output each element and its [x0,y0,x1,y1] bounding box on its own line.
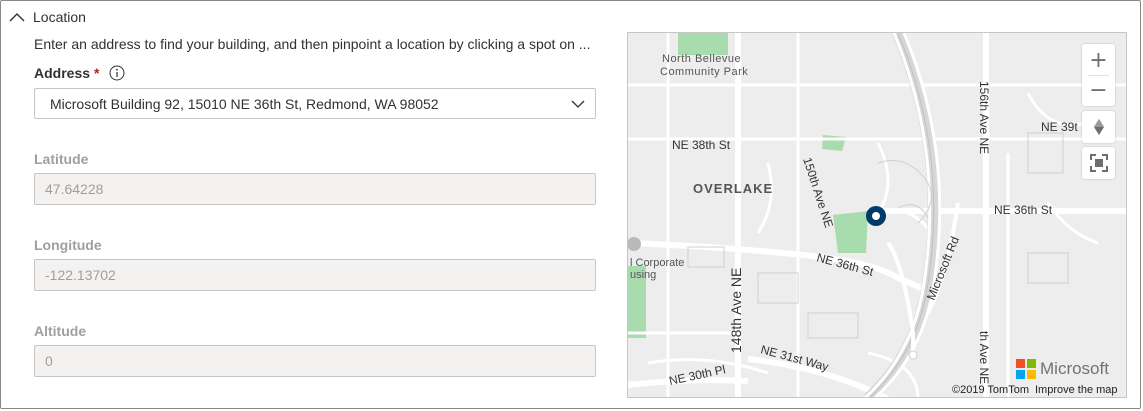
section-title: Location [33,9,86,25]
location-map[interactable]: North Bellevue Community Park NE 38th St… [627,32,1127,398]
map-label-poi: l Corporate [630,257,684,269]
park-area [833,211,868,253]
location-section-header[interactable]: Location [8,6,86,28]
microsoft-logo: Microsoft [1016,359,1109,379]
required-marker: * [94,65,100,81]
longitude-label: Longitude [34,237,102,253]
map-canvas[interactable]: North Bellevue Community Park NE 38th St… [628,33,1127,398]
address-label-text: Address [34,65,91,81]
instructions-text: Enter an address to find your building, … [34,36,591,52]
altitude-label: Altitude [34,323,87,339]
map-label-street: NE 36th St [994,203,1053,217]
latitude-input[interactable]: 47.64228 [34,173,596,205]
fullscreen-button[interactable] [1082,147,1115,179]
map-attribution: ©2019 TomTom Improve the map [952,384,1118,396]
longitude-input[interactable]: -122.13702 [34,259,596,291]
address-label: Address * [34,65,125,81]
map-label-street: th Ave NE [977,331,991,384]
park-area [822,135,846,151]
zoom-in-button[interactable]: + [1082,45,1115,75]
map-label-poi: using [630,269,656,281]
park-area [678,33,728,55]
map-label-street: 148th Ave NE [728,268,744,353]
microsoft-logo-icon [1016,359,1036,379]
chevron-down-icon [571,100,585,108]
copyright-text: ©2019 TomTom [952,384,1029,396]
address-value: Microsoft Building 92, 15010 NE 36th St,… [50,95,439,112]
improve-map-link[interactable]: Improve the map [1035,384,1118,396]
chevron-up-icon [9,13,25,22]
altitude-input[interactable]: 0 [34,345,596,377]
microsoft-logo-text: Microsoft [1040,359,1109,378]
map-label-street: NE 39t [1041,120,1078,134]
zoom-out-button[interactable]: − [1082,75,1115,105]
map-label-street: NE 38th St [672,138,731,152]
compass-icon [1093,119,1104,135]
map-label-street: 156th Ave NE [977,81,991,154]
address-dropdown[interactable]: Microsoft Building 92, 15010 NE 36th St,… [34,88,596,119]
zoom-control: + − [1082,44,1115,106]
info-icon[interactable] [109,65,125,81]
fullscreen-icon [1089,154,1108,172]
latitude-label: Latitude [34,151,89,167]
map-label-park: Community Park [660,66,748,78]
map-label-area: OVERLAKE [693,181,773,196]
map-label-park: North Bellevue [662,53,741,65]
compass-button[interactable] [1082,111,1115,143]
